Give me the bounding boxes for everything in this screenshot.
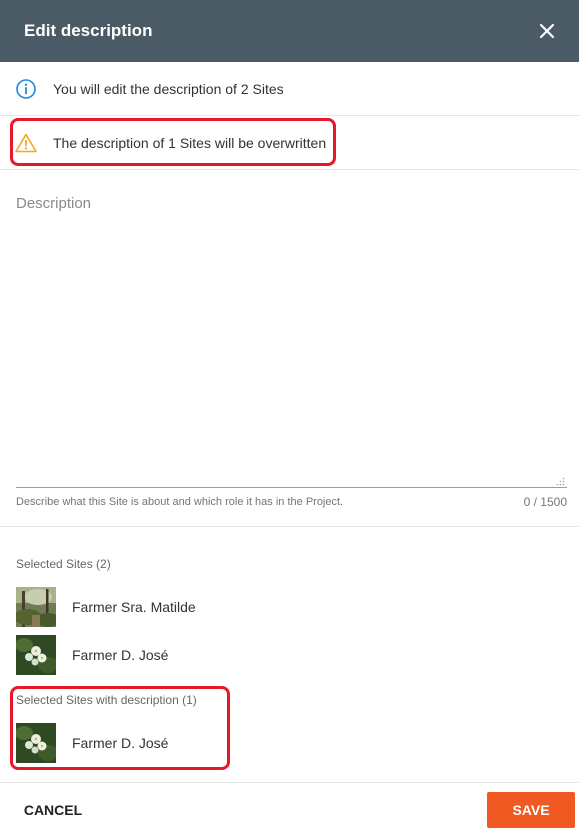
- description-helper-text: Describe what this Site is about and whi…: [16, 496, 344, 508]
- info-icon: [16, 78, 36, 99]
- close-button[interactable]: [533, 17, 561, 45]
- site-name: Farmer D. José: [72, 647, 169, 663]
- dialog-title: Edit description: [24, 21, 153, 40]
- character-counter: 0 / 1500: [523, 495, 567, 509]
- flower-thumbnail: [16, 635, 56, 675]
- site-item: Farmer D. José: [16, 635, 168, 675]
- warning-icon: [15, 133, 37, 152]
- close-icon: [539, 23, 555, 39]
- save-button[interactable]: SAVE: [487, 792, 575, 828]
- section-divider: [0, 526, 579, 527]
- description-label: Description: [16, 195, 92, 212]
- sites-with-description-label: Selected Sites with description (1): [16, 693, 197, 707]
- flower-thumbnail: [16, 723, 56, 763]
- warning-message: The description of 1 Sites will be overw…: [0, 116, 579, 170]
- site-name: Farmer Sra. Matilde: [72, 599, 196, 615]
- site-item: Farmer Sra. Matilde: [16, 587, 196, 627]
- forest-thumbnail: [16, 587, 56, 627]
- selected-sites-label: Selected Sites (2): [16, 557, 111, 571]
- info-text: You will edit the description of 2 Sites: [53, 80, 284, 97]
- footer-divider: [0, 782, 579, 783]
- info-message: You will edit the description of 2 Sites: [0, 62, 579, 116]
- site-name: Farmer D. José: [72, 735, 169, 751]
- dialog-header: Edit description: [0, 0, 579, 62]
- description-underline: [16, 487, 567, 488]
- site-item: Farmer D. José: [16, 723, 168, 763]
- description-textarea[interactable]: [16, 214, 567, 486]
- warning-text: The description of 1 Sites will be overw…: [53, 134, 327, 151]
- cancel-button[interactable]: CANCEL: [12, 794, 94, 826]
- resize-grip-icon[interactable]: [555, 476, 565, 486]
